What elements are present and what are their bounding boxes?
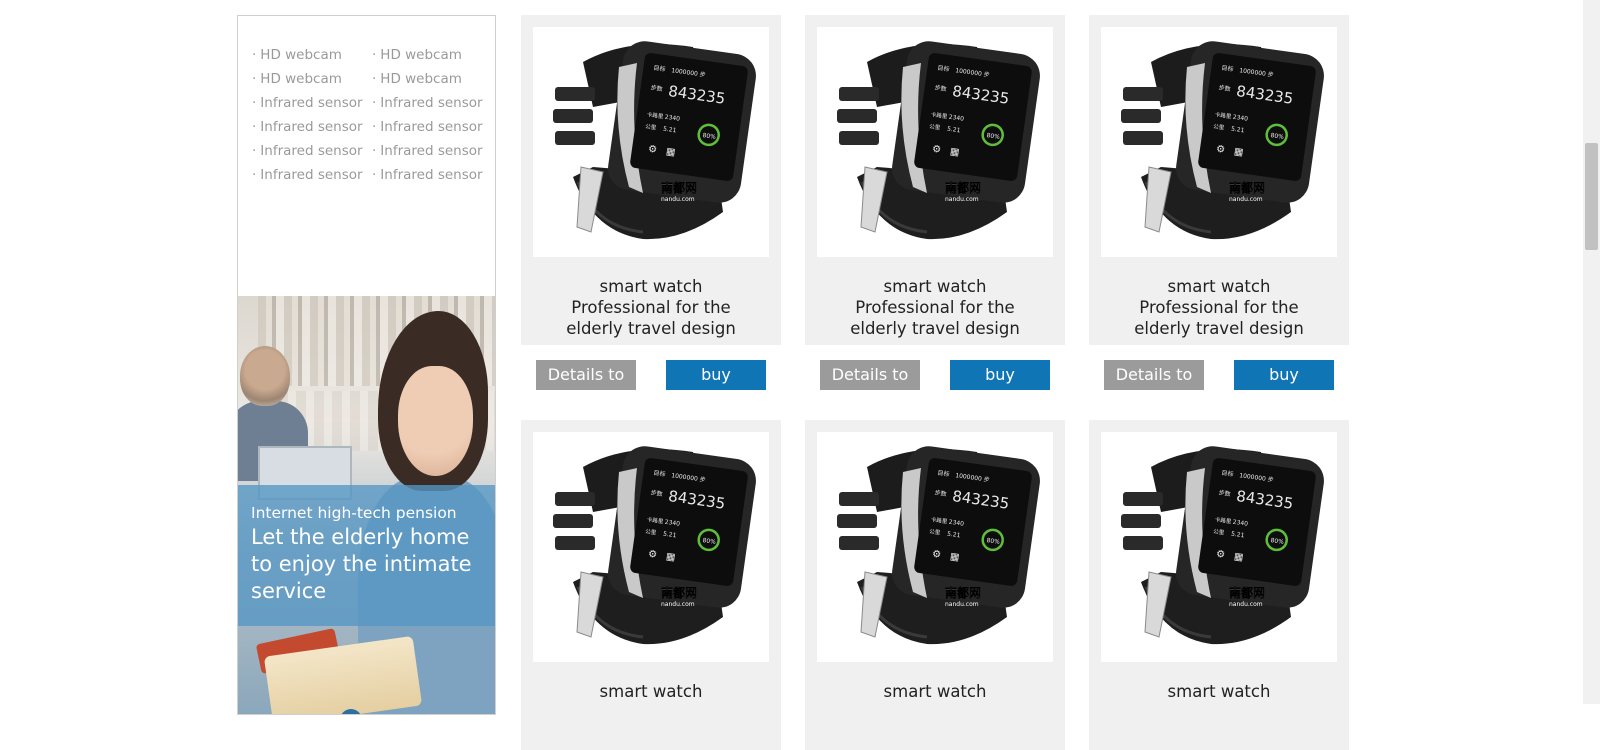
watch-screen-text: 目标 xyxy=(937,469,950,479)
watch-screen-text: 步数 xyxy=(1218,488,1231,498)
product-image[interactable]: 目标 1000000 步 步数 843235 卡路里 2340 公里 5.21 … xyxy=(533,432,769,662)
watch-screen-text: nandu.com xyxy=(661,196,695,203)
scrollbar-thumb[interactable] xyxy=(1585,143,1598,250)
product-card[interactable]: 目标 1000000 步 步数 843235 卡路里 2340 公里 5.21 … xyxy=(521,15,781,345)
smart-watch-image: 目标 1000000 步 步数 843235 卡路里 2340 公里 5.21 … xyxy=(837,41,1040,240)
watch-screen-text: 南都网 xyxy=(945,180,981,195)
watch-screen-text: 目标 xyxy=(653,64,666,74)
watch-screen-text: 目标 xyxy=(1221,64,1234,74)
watch-screen-text: nandu.com xyxy=(945,196,979,203)
svg-text:▦: ▦ xyxy=(949,146,960,158)
product-name[interactable]: smart watch xyxy=(1089,681,1349,702)
svg-text:⚙: ⚙ xyxy=(1215,144,1225,156)
product-info: smart watch xyxy=(521,681,781,702)
smart-watch-image: 目标 1000000 步 步数 843235 卡路里 2340 公里 5.21 … xyxy=(837,446,1040,645)
product-name[interactable]: smart watch xyxy=(521,681,781,702)
product-card[interactable]: 目标 1000000 步 步数 843235 卡路里 2340 公里 5.21 … xyxy=(1089,15,1349,345)
promo-title: Let the elderly home to enjoy the intima… xyxy=(251,525,472,603)
watch-screen-text: 步数 xyxy=(934,83,947,93)
product-name[interactable]: smart watch xyxy=(521,276,781,297)
feature-item[interactable]: · Infrared sensor xyxy=(372,142,492,161)
product-name[interactable]: smart watch xyxy=(805,681,1065,702)
promo-banner[interactable]: Internet high-tech pension Let the elder… xyxy=(238,296,495,714)
watch-screen-text: 步数 xyxy=(650,488,663,498)
product-info: smart watch xyxy=(1089,681,1349,702)
smart-watch-image: 目标 1000000 步 步数 843235 卡路里 2340 公里 5.21 … xyxy=(1121,41,1324,240)
product-description: Professional for the elderly travel desi… xyxy=(566,298,736,338)
product-card[interactable]: 目标 1000000 步 步数 843235 卡路里 2340 公里 5.21 … xyxy=(805,420,1065,750)
smart-watch-image: 目标 1000000 步 步数 843235 卡路里 2340 公里 5.21 … xyxy=(553,41,756,240)
product-description: Professional for the elderly travel desi… xyxy=(850,298,1020,338)
product-name[interactable]: smart watch xyxy=(805,276,1065,297)
feature-item[interactable]: · Infrared sensor xyxy=(252,166,372,185)
watch-screen-text: 步数 xyxy=(1218,83,1231,93)
svg-text:⚙: ⚙ xyxy=(647,144,657,156)
feature-item[interactable]: · HD webcam xyxy=(372,46,492,65)
sidebar: · HD webcam · HD webcam · HD webcam · HD web… xyxy=(237,15,496,715)
feature-item[interactable]: · Infrared sensor xyxy=(372,94,492,113)
watch-screen-text: nandu.com xyxy=(661,601,695,608)
svg-text:▦: ▦ xyxy=(665,551,676,563)
feature-list: · HD webcam · HD webcam · HD webcam · HD web… xyxy=(252,46,492,185)
product-image[interactable]: 目标 1000000 步 步数 843235 卡路里 2340 公里 5.21 … xyxy=(817,432,1053,662)
svg-text:⚙: ⚙ xyxy=(931,549,941,561)
details-button[interactable]: Details to xyxy=(820,360,920,390)
watch-screen-text: nandu.com xyxy=(1229,196,1263,203)
promo-subtitle: Internet high-tech pension xyxy=(251,504,457,522)
watch-screen-text: 目标 xyxy=(1221,469,1234,479)
product-info: smart watch Professional for the elderly … xyxy=(1089,276,1349,339)
product-info: smart watch Professional for the elderly … xyxy=(805,276,1065,339)
smart-watch-image: 目标 1000000 步 步数 843235 卡路里 2340 公里 5.21 … xyxy=(553,446,756,645)
feature-item[interactable]: · HD webcam xyxy=(252,46,372,65)
smart-watch-image: 目标 1000000 步 步数 843235 卡路里 2340 公里 5.21 … xyxy=(1121,446,1324,645)
svg-text:▦: ▦ xyxy=(665,146,676,158)
product-name[interactable]: smart watch xyxy=(1089,276,1349,297)
svg-text:⚙: ⚙ xyxy=(931,144,941,156)
svg-text:▦: ▦ xyxy=(1233,551,1244,563)
product-info: smart watch Professional for the elderly … xyxy=(521,276,781,339)
watch-screen-text: nandu.com xyxy=(1229,601,1263,608)
watch-screen-text: 目标 xyxy=(937,64,950,74)
watch-screen-text: 步数 xyxy=(934,488,947,498)
feature-item[interactable]: · Infrared sensor xyxy=(252,118,372,137)
watch-screen-text: 南都网 xyxy=(661,180,697,195)
buy-button[interactable]: buy xyxy=(666,360,766,390)
feature-item[interactable]: · Infrared sensor xyxy=(372,166,492,185)
details-button[interactable]: Details to xyxy=(1104,360,1204,390)
vertical-scrollbar[interactable] xyxy=(1583,0,1600,704)
watch-screen-text: 南都网 xyxy=(661,585,697,600)
elderly-man-image xyxy=(240,346,290,406)
product-image[interactable]: 目标 1000000 步 步数 843235 卡路里 2340 公里 5.21 … xyxy=(1101,27,1337,257)
feature-item[interactable]: · HD webcam xyxy=(372,70,492,89)
watch-screen-text: 南都网 xyxy=(1229,180,1265,195)
product-image[interactable]: 目标 1000000 步 步数 843235 卡路里 2340 公里 5.21 … xyxy=(817,27,1053,257)
product-card[interactable]: 目标 1000000 步 步数 843235 卡路里 2340 公里 5.21 … xyxy=(521,420,781,750)
watch-screen-text: 南都网 xyxy=(1229,585,1265,600)
feature-item[interactable]: · Infrared sensor xyxy=(252,94,372,113)
feature-item[interactable]: · HD webcam xyxy=(252,70,372,89)
buy-button[interactable]: buy xyxy=(1234,360,1334,390)
watch-screen-text: 目标 xyxy=(653,469,666,479)
buy-button[interactable]: buy xyxy=(950,360,1050,390)
watch-screen-text: 步数 xyxy=(650,83,663,93)
svg-text:⚙: ⚙ xyxy=(647,549,657,561)
svg-text:▦: ▦ xyxy=(1233,146,1244,158)
product-image[interactable]: 目标 1000000 步 步数 843235 卡路里 2340 公里 5.21 … xyxy=(533,27,769,257)
product-description: Professional for the elderly travel desi… xyxy=(1134,298,1304,338)
watch-screen-text: 南都网 xyxy=(945,585,981,600)
details-button[interactable]: Details to xyxy=(536,360,636,390)
promo-overlay: Internet high-tech pension Let the elder… xyxy=(238,485,495,626)
feature-item[interactable]: · Infrared sensor xyxy=(252,142,372,161)
product-card[interactable]: 目标 1000000 步 步数 843235 卡路里 2340 公里 5.21 … xyxy=(805,15,1065,345)
product-image[interactable]: 目标 1000000 步 步数 843235 卡路里 2340 公里 5.21 … xyxy=(1101,432,1337,662)
product-card[interactable]: 目标 1000000 步 步数 843235 卡路里 2340 公里 5.21 … xyxy=(1089,420,1349,750)
svg-text:▦: ▦ xyxy=(949,551,960,563)
feature-item[interactable]: · Infrared sensor xyxy=(372,118,492,137)
product-info: smart watch xyxy=(805,681,1065,702)
svg-text:⚙: ⚙ xyxy=(1215,549,1225,561)
watch-screen-text: nandu.com xyxy=(945,601,979,608)
elderly-woman-image xyxy=(398,366,473,476)
